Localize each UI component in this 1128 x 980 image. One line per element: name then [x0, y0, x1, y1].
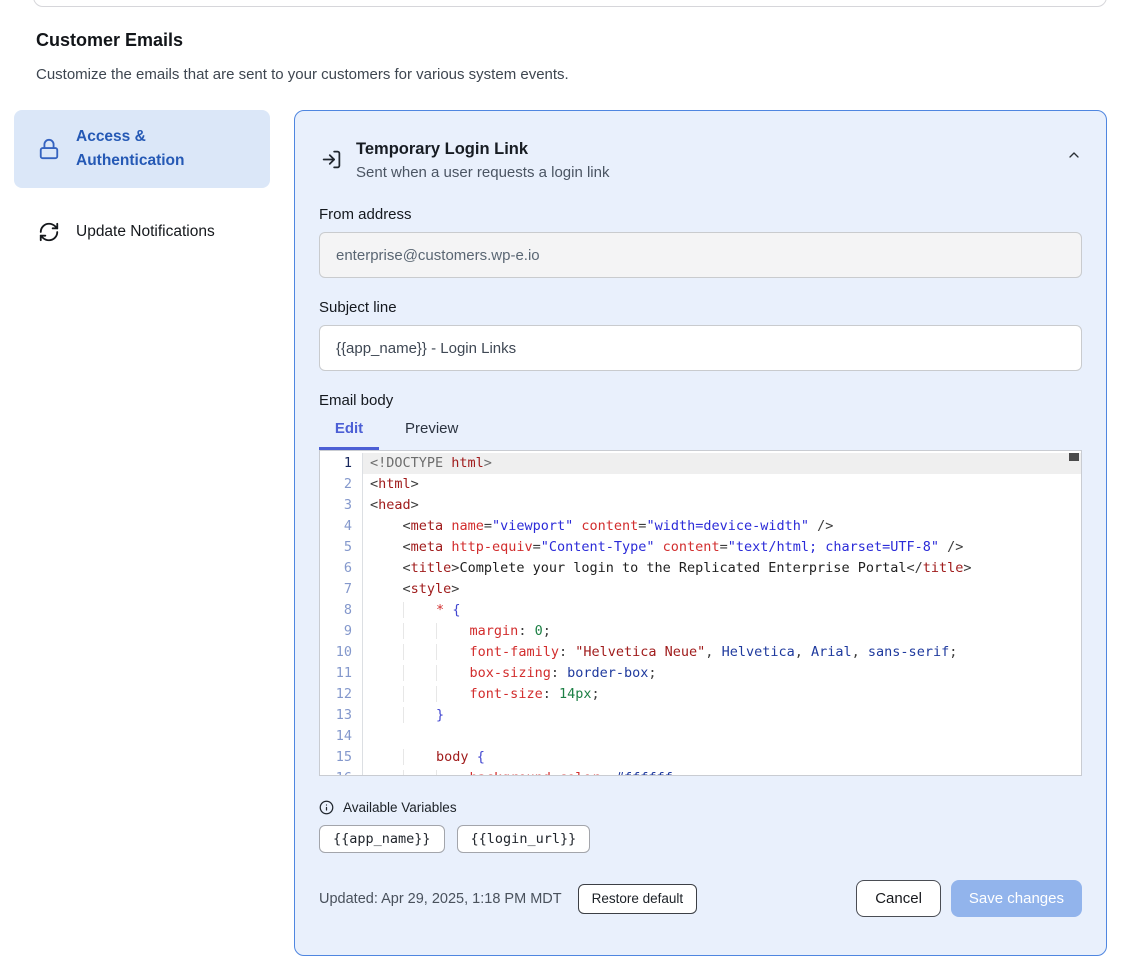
code-line[interactable]: 5 <meta http-equiv="Content-Type" conten…	[320, 537, 1081, 558]
code-line[interactable]: 1<!DOCTYPE html>	[320, 453, 1081, 474]
subject-line-label: Subject line	[319, 299, 1082, 316]
line-number: 2	[320, 474, 363, 495]
sidebar-item-access-authentication[interactable]: Access & Authentication	[14, 110, 270, 188]
code-line[interactable]: 8 * {	[320, 600, 1081, 621]
code-line[interactable]: 10 font-family: "Helvetica Neue", Helvet…	[320, 642, 1081, 663]
line-number: 5	[320, 537, 363, 558]
email-body-label: Email body	[319, 392, 1082, 409]
email-settings-panel: Temporary Login Link Sent when a user re…	[294, 110, 1107, 956]
line-number: 8	[320, 600, 363, 621]
code-line[interactable]: 14	[320, 726, 1081, 747]
footer-actions: Cancel Save changes	[856, 880, 1082, 917]
code-lines: 1<!DOCTYPE html>2<html>3<head>4 <meta na…	[320, 453, 1081, 776]
code-line[interactable]: 13 }	[320, 705, 1081, 726]
line-number: 11	[320, 663, 363, 684]
line-number: 4	[320, 516, 363, 537]
sidebar: Access & Authentication Update Notificat…	[14, 110, 270, 258]
cancel-button[interactable]: Cancel	[856, 880, 941, 917]
panel-footer: Updated: Apr 29, 2025, 1:18 PM MDT Resto…	[319, 880, 1082, 917]
updated-timestamp: Updated: Apr 29, 2025, 1:18 PM MDT	[319, 891, 562, 907]
restore-default-button[interactable]: Restore default	[578, 884, 698, 914]
page-title: Customer Emails	[36, 30, 183, 51]
panel-header-text: Temporary Login Link Sent when a user re…	[356, 135, 609, 181]
refresh-icon	[38, 221, 60, 243]
variable-chip-app-name[interactable]: {{app_name}}	[319, 825, 445, 853]
email-body-editor[interactable]: 1<!DOCTYPE html>2<html>3<head>4 <meta na…	[319, 450, 1082, 776]
line-number: 14	[320, 726, 363, 747]
line-number: 15	[320, 747, 363, 768]
panel-title: Temporary Login Link	[356, 138, 609, 160]
from-address-input[interactable]	[319, 232, 1082, 278]
code-line[interactable]: 16 background-color: #ffffff;	[320, 768, 1081, 776]
code-line[interactable]: 15 body {	[320, 747, 1081, 768]
code-line[interactable]: 3<head>	[320, 495, 1081, 516]
variable-chips: {{app_name}} {{login_url}}	[319, 825, 1082, 853]
line-number: 1	[320, 453, 363, 474]
tab-edit[interactable]: Edit	[319, 412, 379, 450]
available-variables-row: Available Variables	[319, 800, 1082, 815]
sidebar-item-label: Access & Authentication	[76, 125, 254, 173]
code-line[interactable]: 11 box-sizing: border-box;	[320, 663, 1081, 684]
line-number: 6	[320, 558, 363, 579]
line-number: 16	[320, 768, 363, 776]
chevron-up-icon	[1066, 147, 1082, 163]
login-icon	[321, 149, 342, 170]
from-address-label: From address	[319, 206, 1082, 223]
code-line[interactable]: 9 margin: 0;	[320, 621, 1081, 642]
panel-header: Temporary Login Link Sent when a user re…	[319, 135, 1082, 181]
subject-line-field: Subject line	[319, 299, 1082, 371]
available-variables-label: Available Variables	[343, 800, 457, 815]
sidebar-item-label: Update Notifications	[76, 220, 215, 244]
variable-chip-login-url[interactable]: {{login_url}}	[457, 825, 591, 853]
from-address-field: From address	[319, 206, 1082, 278]
line-number: 9	[320, 621, 363, 642]
line-number: 7	[320, 579, 363, 600]
line-number: 10	[320, 642, 363, 663]
line-number: 13	[320, 705, 363, 726]
code-line[interactable]: 12 font-size: 14px;	[320, 684, 1081, 705]
code-line[interactable]: 7 <style>	[320, 579, 1081, 600]
editor-scrollbar[interactable]	[1069, 453, 1079, 461]
info-icon[interactable]	[319, 800, 334, 815]
save-changes-button[interactable]: Save changes	[951, 880, 1082, 917]
collapse-button[interactable]	[1066, 147, 1082, 163]
subject-line-input[interactable]	[319, 325, 1082, 371]
lock-icon	[38, 138, 60, 160]
code-line[interactable]: 6 <title>Complete your login to the Repl…	[320, 558, 1081, 579]
line-number: 3	[320, 495, 363, 516]
code-line[interactable]: 2<html>	[320, 474, 1081, 495]
previous-card-edge	[33, 0, 1107, 7]
sidebar-item-update-notifications[interactable]: Update Notifications	[14, 206, 270, 258]
email-body-tabs: Edit Preview	[319, 412, 1082, 450]
line-number: 12	[320, 684, 363, 705]
tab-preview[interactable]: Preview	[403, 412, 460, 450]
page-subtitle: Customize the emails that are sent to yo…	[36, 66, 569, 83]
code-line[interactable]: 4 <meta name="viewport" content="width=d…	[320, 516, 1081, 537]
panel-subtitle: Sent when a user requests a login link	[356, 164, 609, 181]
